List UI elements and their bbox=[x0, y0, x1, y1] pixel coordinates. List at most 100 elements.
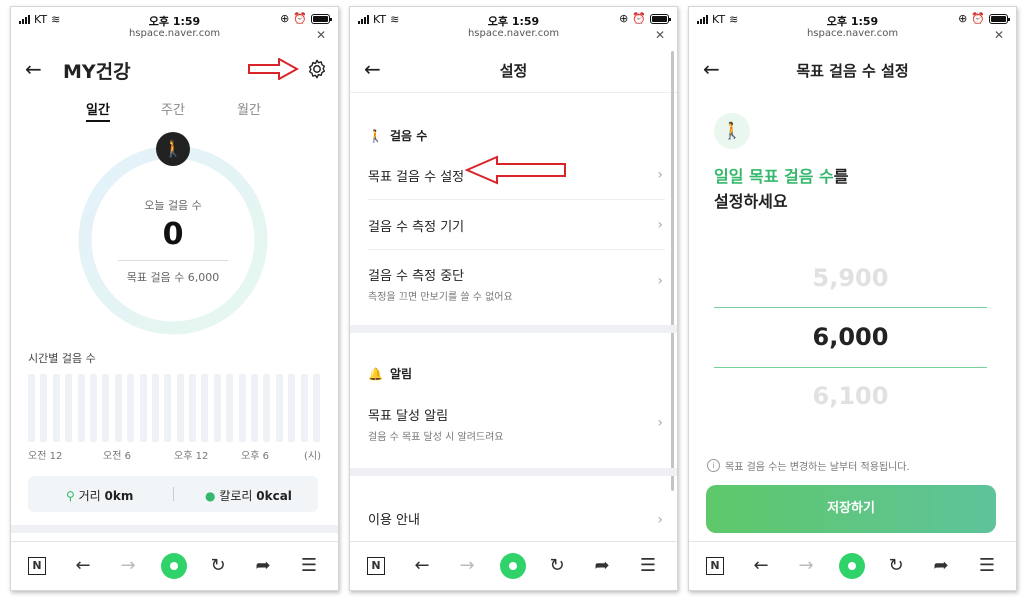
hour-bar bbox=[102, 374, 110, 442]
url-text: hspace.naver.com bbox=[467, 28, 560, 39]
distance-icon: ⚲ bbox=[66, 489, 75, 503]
back-arrow-icon[interactable]: ← bbox=[410, 554, 434, 578]
menu-icon[interactable]: ☰ bbox=[975, 554, 999, 578]
alarm-icon: ⏰ bbox=[293, 12, 307, 25]
hour-bar bbox=[300, 374, 308, 442]
hour-bar bbox=[213, 374, 221, 442]
url-bar[interactable]: hspace.naver.com ✕ bbox=[11, 28, 338, 46]
page-title: MY건강 bbox=[63, 61, 131, 83]
share-icon[interactable]: ➦ bbox=[590, 554, 614, 578]
hour-bar bbox=[176, 374, 184, 442]
section-divider bbox=[350, 325, 677, 333]
hour-bar bbox=[251, 374, 259, 442]
hour-bar bbox=[40, 374, 48, 442]
row-subtitle: 걸음 수 목표 달성 시 알려드려요 bbox=[368, 432, 504, 443]
lock-rotation-icon: ⊕ bbox=[619, 12, 629, 25]
green-dot-icon[interactable] bbox=[839, 553, 865, 579]
save-button[interactable]: 저장하기 bbox=[706, 485, 996, 533]
picker-prev-value[interactable]: 5,900 bbox=[714, 264, 987, 292]
note-text: 목표 걸음 수는 변경하는 날부터 적용됩니다. bbox=[725, 462, 910, 473]
green-dot-icon[interactable] bbox=[161, 553, 187, 579]
hour-bar bbox=[226, 374, 234, 442]
row-subtitle: 측정을 끄면 만보기를 쓸 수 없어요 bbox=[368, 292, 513, 303]
axis-label: (시) bbox=[304, 451, 322, 462]
goal-alarm-row[interactable]: 목표 달성 알림 걸음 수 목표 달성 시 알려드려요 › bbox=[368, 393, 665, 453]
back-arrow-icon[interactable]: ← bbox=[71, 554, 95, 578]
axis-label: 오전 12 bbox=[28, 451, 63, 462]
forward-arrow-icon[interactable]: → bbox=[794, 554, 818, 578]
row-title: 이용 안내 bbox=[368, 513, 420, 528]
menu-icon[interactable]: ☰ bbox=[636, 554, 660, 578]
hour-bar bbox=[312, 374, 320, 442]
calorie-label: 칼로리 bbox=[219, 489, 253, 503]
url-bar[interactable]: hspace.naver.com ✕ bbox=[689, 28, 1016, 46]
scrollbar[interactable] bbox=[671, 51, 674, 491]
forward-arrow-icon[interactable]: → bbox=[116, 554, 140, 578]
headline-suffix: 를 bbox=[833, 167, 849, 186]
close-icon[interactable]: ✕ bbox=[994, 28, 1004, 42]
hourly-axis: 오전 12 오전 6 오후 12 오후 6 (시) bbox=[28, 447, 322, 462]
annotation-arrow-icon bbox=[248, 58, 299, 80]
hour-bar bbox=[65, 374, 73, 442]
calorie-value: 0kcal bbox=[256, 489, 292, 503]
page-title: 설정 bbox=[499, 62, 528, 80]
menu-icon[interactable]: ☰ bbox=[297, 554, 321, 578]
close-icon[interactable]: ✕ bbox=[316, 28, 326, 42]
picker-line-bottom bbox=[714, 367, 987, 368]
axis-label: 오전 6 bbox=[103, 451, 131, 462]
chevron-right-icon: › bbox=[657, 273, 663, 289]
share-icon[interactable]: ➦ bbox=[251, 554, 275, 578]
info-icon: i bbox=[707, 459, 720, 472]
hour-bar bbox=[52, 374, 60, 442]
picker-next-value[interactable]: 6,100 bbox=[714, 382, 987, 410]
header: ← 목표 걸음 수 설정 bbox=[689, 47, 1016, 93]
picker-selected-value[interactable]: 6,000 bbox=[714, 323, 987, 351]
info-row[interactable]: 이용 안내 › bbox=[368, 497, 665, 543]
tab-monthly[interactable]: 월간 bbox=[237, 99, 261, 118]
distance-item: ⚲ 거리 0km bbox=[66, 487, 133, 504]
goal-headline: 일일 목표 걸음 수를 설정하세요 bbox=[714, 164, 849, 214]
browser-nav: N ← → ↻ ➦ ☰ bbox=[350, 541, 677, 590]
refresh-icon[interactable]: ↻ bbox=[206, 554, 230, 578]
hour-bar bbox=[275, 374, 283, 442]
naver-home-icon[interactable]: N bbox=[367, 557, 385, 575]
back-arrow-icon[interactable]: ← bbox=[749, 554, 773, 578]
hour-bar bbox=[139, 374, 147, 442]
naver-home-icon[interactable]: N bbox=[706, 557, 724, 575]
distance-calorie-summary: ⚲ 거리 0km ● 칼로리 0kcal bbox=[28, 476, 318, 512]
walking-icon: 🚶 bbox=[714, 113, 750, 149]
tab-daily[interactable]: 일간 bbox=[86, 99, 110, 122]
refresh-icon[interactable]: ↻ bbox=[884, 554, 908, 578]
step-device-row[interactable]: 걸음 수 측정 기기 › bbox=[368, 200, 665, 250]
share-icon[interactable]: ➦ bbox=[929, 554, 953, 578]
forward-arrow-icon[interactable]: → bbox=[455, 554, 479, 578]
tab-weekly[interactable]: 주간 bbox=[161, 99, 185, 118]
alarm-icon: ⏰ bbox=[971, 12, 985, 25]
chevron-right-icon: › bbox=[657, 216, 663, 233]
goal-steps-text: 목표 걸음 수 6,000 bbox=[118, 260, 228, 285]
refresh-icon[interactable]: ↻ bbox=[545, 554, 569, 578]
green-dot-icon[interactable] bbox=[500, 553, 526, 579]
hour-bar bbox=[263, 374, 271, 442]
gear-icon[interactable] bbox=[306, 58, 328, 80]
battery-icon bbox=[311, 13, 332, 24]
calorie-icon: ● bbox=[205, 489, 216, 503]
hourly-steps-chart bbox=[28, 374, 320, 442]
stop-measuring-row[interactable]: 걸음 수 측정 중단 측정을 끄면 만보기를 쓸 수 없어요 › bbox=[368, 250, 665, 312]
section-title: 알림 bbox=[389, 367, 413, 381]
back-arrow-icon[interactable]: ← bbox=[25, 57, 42, 81]
alarm-icon: ⏰ bbox=[632, 12, 646, 25]
section-divider bbox=[11, 525, 338, 533]
headline-green: 일일 목표 걸음 수 bbox=[714, 167, 834, 186]
url-bar[interactable]: hspace.naver.com ✕ bbox=[350, 28, 677, 46]
close-icon[interactable]: ✕ bbox=[655, 28, 665, 42]
browser-nav: N ← → ↻ ➦ ☰ bbox=[11, 541, 338, 590]
axis-label: 오후 12 bbox=[174, 451, 209, 462]
hour-bar bbox=[164, 374, 172, 442]
page-title: 목표 걸음 수 설정 bbox=[796, 62, 909, 80]
hour-bar bbox=[189, 374, 197, 442]
today-summary: 오늘 걸음 수 0 목표 걸음 수 6,000 bbox=[75, 197, 271, 285]
phone-settings: KT ≋ 오후 1:59 ⊕ ⏰ hspace.naver.com ✕ ← 설정 🚶 걸… bbox=[349, 6, 678, 591]
row-title: 걸음 수 측정 기기 bbox=[368, 220, 465, 235]
naver-home-icon[interactable]: N bbox=[28, 557, 46, 575]
